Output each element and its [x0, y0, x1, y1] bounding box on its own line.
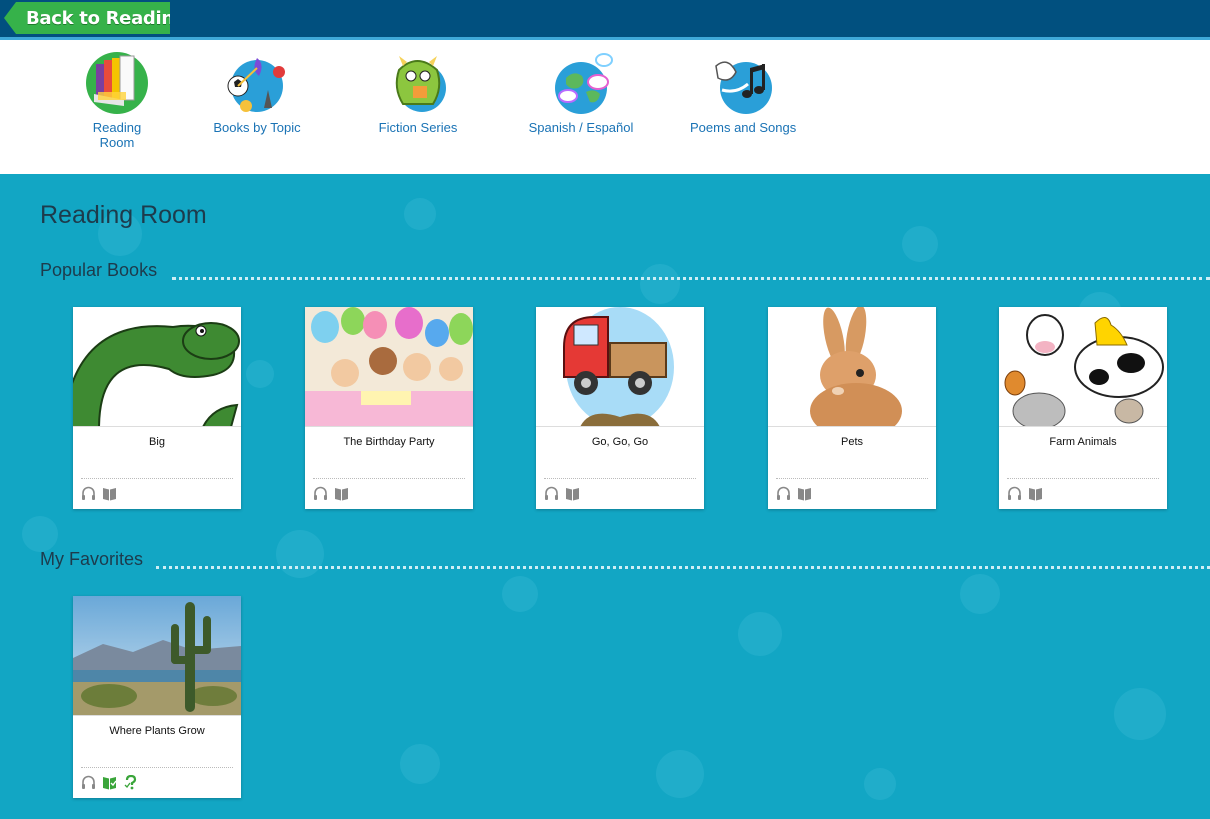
nav-item-poems-and-songs[interactable]: Poems and Songs — [690, 50, 796, 135]
open-book-icon[interactable] — [565, 486, 580, 501]
book-title: Where Plants Grow — [109, 725, 205, 737]
nav-item-fiction-series[interactable]: Fiction Series — [368, 50, 468, 135]
book-title: Pets — [840, 436, 863, 448]
books-icon — [84, 50, 150, 116]
globe-icon — [548, 50, 614, 116]
nav-label-poems-and-songs: Poems and Songs — [690, 120, 797, 135]
monster-icon — [385, 50, 451, 116]
open-book-icon[interactable] — [102, 486, 117, 501]
book-title: Farm Animals — [1049, 436, 1117, 448]
back-to-reading-button[interactable]: Back to Reading — [4, 2, 170, 34]
book-cover-pets — [768, 307, 936, 427]
nav-item-reading-room[interactable]: Reading Room — [82, 50, 152, 150]
popular-books-divider — [172, 277, 1210, 280]
back-to-reading-label: Back to Reading — [26, 7, 187, 29]
topics-icon — [224, 50, 290, 116]
page-title: Reading Room — [40, 201, 207, 229]
book-card-where-plants-grow[interactable]: Where Plants Grow — [73, 596, 241, 798]
book-cover-big — [73, 307, 241, 427]
my-favorites-heading: My Favorites — [40, 549, 144, 569]
open-book-icon[interactable] — [1028, 486, 1043, 501]
headphones-icon[interactable] — [544, 486, 559, 501]
book-title: Go, Go, Go — [591, 436, 649, 448]
nav-label-books-by-topic: Books by Topic — [213, 120, 301, 135]
headphones-icon[interactable] — [81, 486, 96, 501]
music-note-icon — [710, 50, 776, 116]
category-nav: Reading Room Books by Topic Fiction Seri… — [0, 40, 1210, 174]
nav-label-spanish: Spanish / Español — [528, 120, 634, 135]
book-card-pets[interactable]: Pets — [768, 307, 936, 509]
headphones-icon[interactable] — [81, 775, 96, 790]
open-book-read-icon[interactable] — [102, 775, 117, 790]
top-bar: Back to Reading — [0, 0, 1210, 38]
quiz-question-icon[interactable] — [123, 774, 138, 790]
nav-label-reading-room: Reading Room — [92, 120, 142, 150]
nav-label-fiction-series: Fiction Series — [378, 120, 458, 135]
book-title: Big — [149, 436, 165, 448]
book-title: The Birthday Party — [343, 436, 435, 448]
my-favorites-divider — [156, 566, 1210, 569]
headphones-icon[interactable] — [313, 486, 328, 501]
headphones-icon[interactable] — [776, 486, 791, 501]
nav-item-books-by-topic[interactable]: Books by Topic — [207, 50, 307, 135]
book-cover-go-go-go — [536, 307, 704, 427]
headphones-icon[interactable] — [1007, 486, 1022, 501]
main-content: Reading Room Popular Books Big The Birth… — [0, 174, 1210, 819]
open-book-icon[interactable] — [334, 486, 349, 501]
book-card-birthday-party[interactable]: The Birthday Party — [305, 307, 473, 509]
book-cover-farm-animals — [999, 307, 1167, 427]
nav-item-spanish[interactable]: Spanish / Español — [525, 50, 637, 135]
book-cover-where-plants-grow — [73, 596, 241, 716]
book-cover-birthday-party — [305, 307, 473, 427]
book-card-farm-animals[interactable]: Farm Animals — [999, 307, 1167, 509]
popular-books-heading: Popular Books — [40, 260, 158, 280]
book-card-go-go-go[interactable]: Go, Go, Go — [536, 307, 704, 509]
open-book-icon[interactable] — [797, 486, 812, 501]
book-card-big[interactable]: Big — [73, 307, 241, 509]
